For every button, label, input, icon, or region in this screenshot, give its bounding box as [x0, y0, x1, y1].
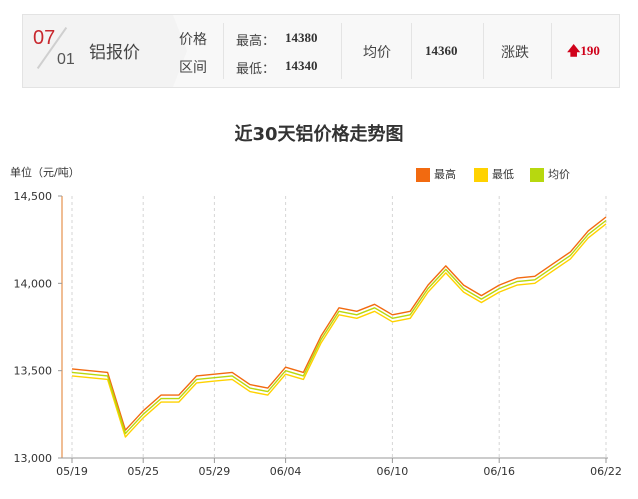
x-tick-label: 05/29: [199, 465, 231, 478]
y-tick-label: 13,500: [14, 365, 53, 378]
y-tick-label: 14,500: [14, 190, 53, 203]
y-tick-label: 13,000: [14, 452, 53, 465]
x-tick-label: 05/19: [56, 465, 88, 478]
x-tick-label: 06/04: [270, 465, 302, 478]
price-line-chart: 05/19 05/25 05/29 06/04 06/10 06/16 06/22 13,00…: [14, 190, 622, 478]
y-tick-label: 14,000: [14, 277, 53, 290]
x-tick-label: 05/25: [127, 465, 159, 478]
x-tick-label: 06/10: [377, 465, 409, 478]
series-line-2: [71, 223, 607, 438]
series-line-1: [71, 216, 607, 431]
x-tick-label: 06/22: [590, 465, 622, 478]
x-tick-label: 06/16: [483, 465, 515, 478]
series-line-3: [71, 219, 607, 435]
